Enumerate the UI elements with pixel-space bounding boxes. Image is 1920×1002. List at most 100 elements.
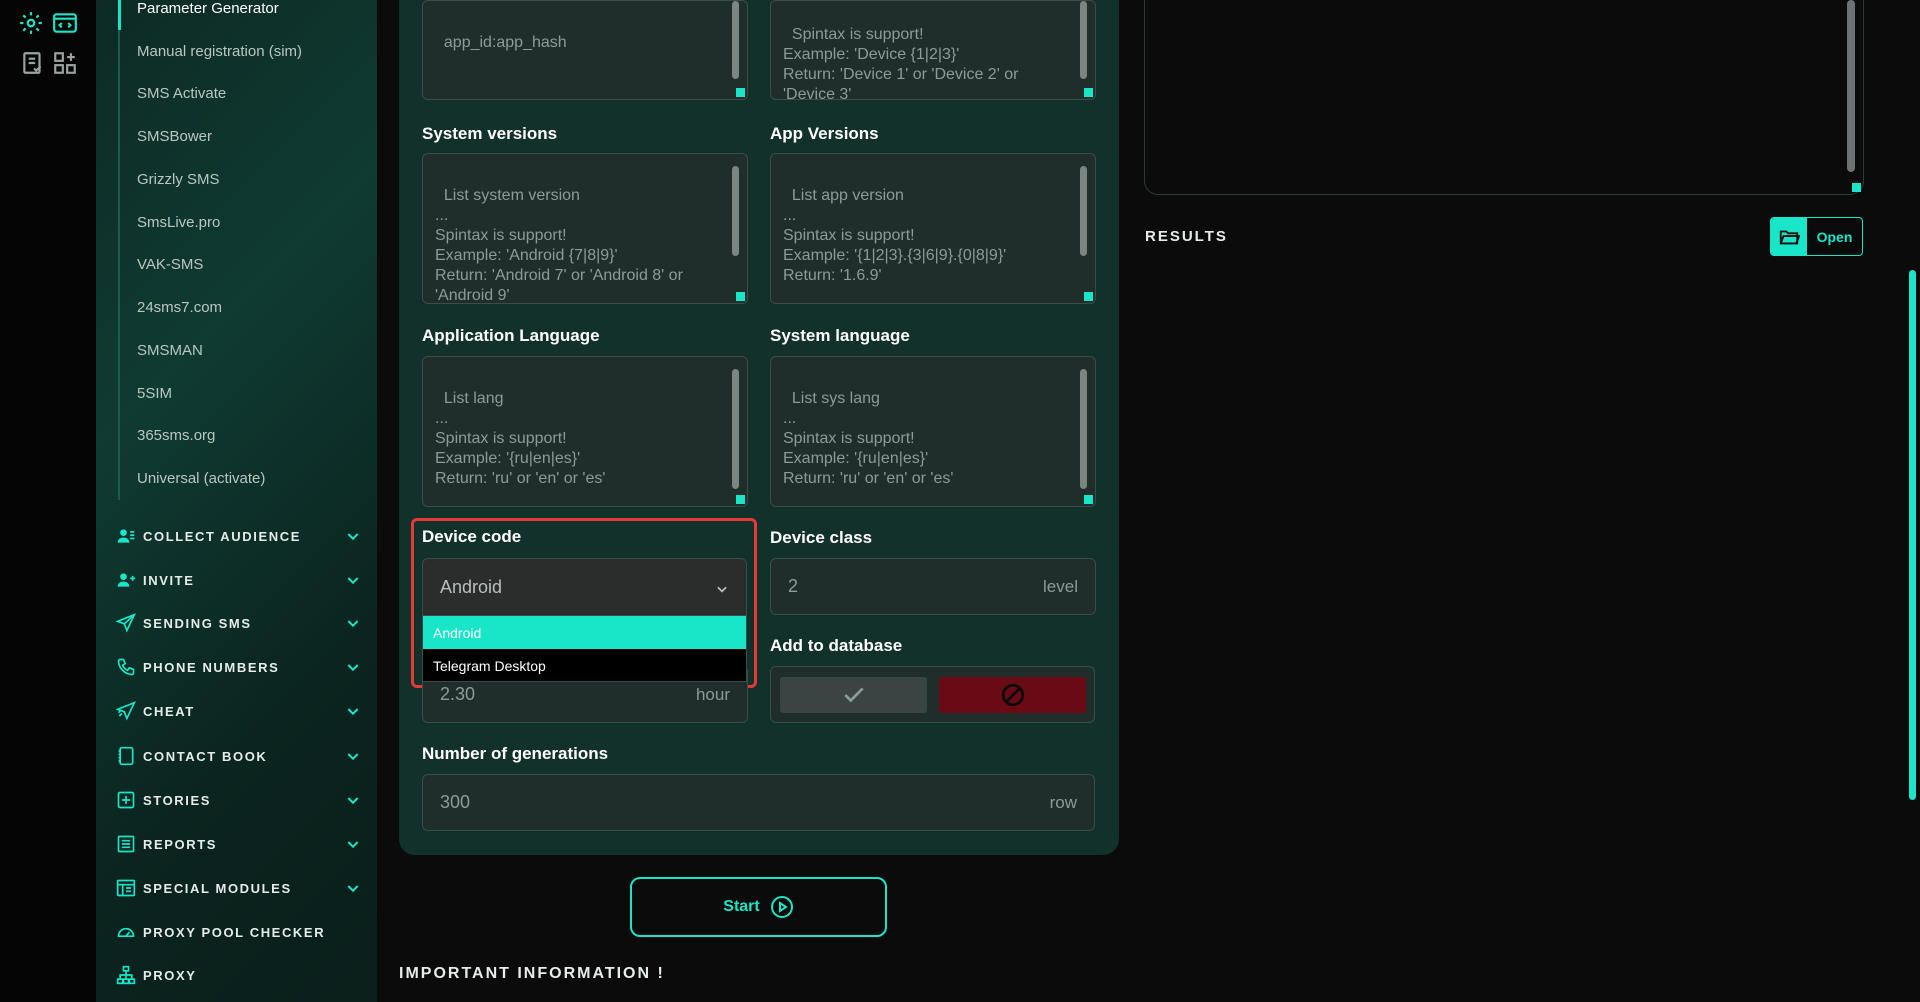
app-language-placeholder: List lang ... Spintax is support! Exampl… bbox=[435, 390, 606, 487]
chevron-down-icon bbox=[345, 528, 361, 544]
sidebar-item-parameter-generator[interactable]: Parameter Generator bbox=[137, 0, 279, 17]
textarea-scrollbar[interactable] bbox=[1080, 1, 1087, 79]
add-to-database-yes-button[interactable] bbox=[780, 677, 927, 713]
sidebar-group-sending-sms[interactable]: SENDING SMS bbox=[115, 612, 361, 634]
sidebar-group-contact-book[interactable]: CONTACT BOOK bbox=[116, 745, 361, 767]
sidebar-item-universal-activate[interactable]: Universal (activate) bbox=[137, 470, 265, 487]
important-information-heading: IMPORTANT INFORMATION ! bbox=[399, 965, 665, 982]
textarea-scrollbar[interactable] bbox=[732, 369, 739, 489]
resize-grip-icon[interactable] bbox=[736, 88, 745, 97]
start-button-label: Start bbox=[723, 898, 760, 915]
app-language-label: Application Language bbox=[422, 326, 600, 345]
log-textarea[interactable] bbox=[1144, 0, 1864, 195]
device-class-unit: level bbox=[1043, 576, 1078, 596]
book-icon bbox=[116, 746, 136, 766]
sidebar-group-stories[interactable]: STORIES bbox=[116, 789, 361, 811]
add-to-database-label: Add to database bbox=[770, 636, 903, 655]
textarea-scrollbar[interactable] bbox=[732, 1, 739, 79]
sidebar-group-label: STORIES bbox=[143, 792, 212, 808]
task-list-icon[interactable] bbox=[20, 50, 46, 76]
app-versions-textarea[interactable]: List app version ... Spintax is support!… bbox=[770, 153, 1096, 304]
submenu-active-marker bbox=[118, 0, 121, 30]
chevron-down-icon bbox=[345, 836, 361, 852]
system-versions-textarea[interactable]: List system version ... Spintax is suppo… bbox=[422, 153, 748, 304]
resize-grip-icon[interactable] bbox=[736, 495, 745, 504]
sidebar-item-manual-registration[interactable]: Manual registration (sim) bbox=[137, 43, 302, 60]
app-versions-placeholder: List app version ... Spintax is support!… bbox=[783, 187, 1007, 284]
device-model-placeholder: Spintax is support! Example: 'Device {1|… bbox=[783, 26, 1019, 100]
resize-grip-icon[interactable] bbox=[1084, 292, 1093, 301]
send-boost-icon bbox=[115, 701, 136, 721]
system-language-textarea[interactable]: List sys lang ... Spintax is support! Ex… bbox=[770, 356, 1096, 507]
report-icon bbox=[116, 834, 136, 854]
sidebar-group-label: PROXY bbox=[143, 967, 197, 983]
sidebar-group-reports[interactable]: REPORTS bbox=[116, 833, 361, 855]
generations-value: 300 bbox=[440, 792, 471, 812]
open-results-button[interactable]: Open bbox=[1770, 217, 1863, 256]
user-add-icon bbox=[116, 570, 136, 590]
sidebar-item-smslive[interactable]: SmsLive.pro bbox=[137, 214, 220, 231]
sidebar-item-24sms7[interactable]: 24sms7.com bbox=[137, 299, 222, 316]
open-results-label: Open bbox=[1816, 228, 1853, 245]
device-code-label: Device code bbox=[422, 527, 522, 546]
app-id-hash-textarea[interactable]: app_id:app_hash bbox=[422, 0, 748, 100]
device-class-value: 2 bbox=[788, 576, 799, 596]
system-language-placeholder: List sys lang ... Spintax is support! Ex… bbox=[783, 390, 954, 487]
modules-icon bbox=[116, 878, 136, 898]
device-code-option-android[interactable]: Android bbox=[423, 616, 746, 649]
resize-grip-icon[interactable] bbox=[1852, 183, 1861, 192]
log-scrollbar[interactable] bbox=[1847, 0, 1855, 172]
sidebar-group-invite[interactable]: INVITE bbox=[116, 569, 361, 591]
device-code-option-telegram-desktop[interactable]: Telegram Desktop bbox=[423, 649, 746, 682]
device-class-input[interactable]: 2 level bbox=[770, 558, 1096, 615]
device-model-textarea[interactable]: Spintax is support! Example: 'Device {1|… bbox=[770, 0, 1096, 100]
add-to-database-no-button[interactable] bbox=[939, 677, 1086, 713]
sidebar-group-phone-numbers[interactable]: PHONE NUMBERS bbox=[116, 656, 361, 678]
sidebar-item-smsman[interactable]: SMSMAN bbox=[137, 342, 203, 359]
page-scrollbar[interactable] bbox=[1909, 270, 1916, 800]
device-code-select[interactable]: Android bbox=[422, 558, 747, 616]
submenu-line bbox=[118, 0, 120, 500]
sidebar-group-label: PROXY POOL CHECKER bbox=[143, 924, 326, 940]
device-class-label: Device class bbox=[770, 528, 873, 547]
users-icon bbox=[116, 526, 136, 546]
textarea-scrollbar[interactable] bbox=[1080, 369, 1087, 489]
sidebar-item-5sim[interactable]: 5SIM bbox=[137, 385, 172, 402]
resize-grip-icon[interactable] bbox=[736, 292, 745, 301]
sidebar-group-label: INVITE bbox=[143, 572, 195, 588]
plus-square-icon bbox=[116, 790, 136, 810]
code-window-icon[interactable] bbox=[52, 10, 78, 36]
sidebar-group-special-modules[interactable]: SPECIAL MODULES bbox=[116, 877, 361, 899]
gauge-icon bbox=[116, 922, 136, 942]
device-code-dropdown: Android Telegram Desktop bbox=[422, 615, 747, 682]
chevron-down-icon bbox=[345, 880, 361, 896]
app-language-textarea[interactable]: List lang ... Spintax is support! Exampl… bbox=[422, 356, 748, 507]
textarea-scrollbar[interactable] bbox=[732, 166, 739, 256]
app-versions-label: App Versions bbox=[770, 124, 879, 143]
chevron-down-icon bbox=[345, 748, 361, 764]
ban-icon bbox=[1001, 683, 1024, 707]
results-heading: RESULTS bbox=[1145, 228, 1228, 245]
sidebar-item-vak-sms[interactable]: VAK-SMS bbox=[137, 256, 203, 273]
generations-input[interactable]: 300 row bbox=[422, 774, 1095, 831]
sidebar-item-sms-activate[interactable]: SMS Activate bbox=[137, 85, 226, 102]
sidebar-group-proxy-pool-checker[interactable]: PROXY POOL CHECKER bbox=[116, 921, 361, 943]
sidebar-group-cheat[interactable]: CHEAT bbox=[115, 700, 361, 722]
sidebar-group-collect-audience[interactable]: COLLECT AUDIENCE bbox=[116, 525, 361, 547]
check-icon bbox=[843, 687, 864, 703]
start-button[interactable]: Start bbox=[630, 877, 887, 937]
sidebar-group-label: CONTACT BOOK bbox=[143, 748, 268, 764]
resize-grip-icon[interactable] bbox=[1084, 88, 1093, 97]
system-versions-label: System versions bbox=[422, 124, 558, 143]
textarea-scrollbar[interactable] bbox=[1080, 166, 1087, 256]
sidebar-item-365sms[interactable]: 365sms.org bbox=[137, 427, 215, 444]
hours-input-value: 2.30 bbox=[440, 684, 476, 704]
sidebar-item-grizzly-sms[interactable]: Grizzly SMS bbox=[137, 171, 220, 188]
app-id-hash-placeholder: app_id:app_hash bbox=[443, 34, 567, 51]
sidebar-group-proxy[interactable]: PROXY bbox=[116, 964, 361, 986]
sidebar-item-smsbower[interactable]: SMSBower bbox=[137, 128, 212, 145]
widgets-icon[interactable] bbox=[52, 50, 78, 76]
sidebar-group-label: REPORTS bbox=[143, 836, 218, 852]
settings-icon[interactable] bbox=[18, 10, 44, 36]
resize-grip-icon[interactable] bbox=[1084, 495, 1093, 504]
